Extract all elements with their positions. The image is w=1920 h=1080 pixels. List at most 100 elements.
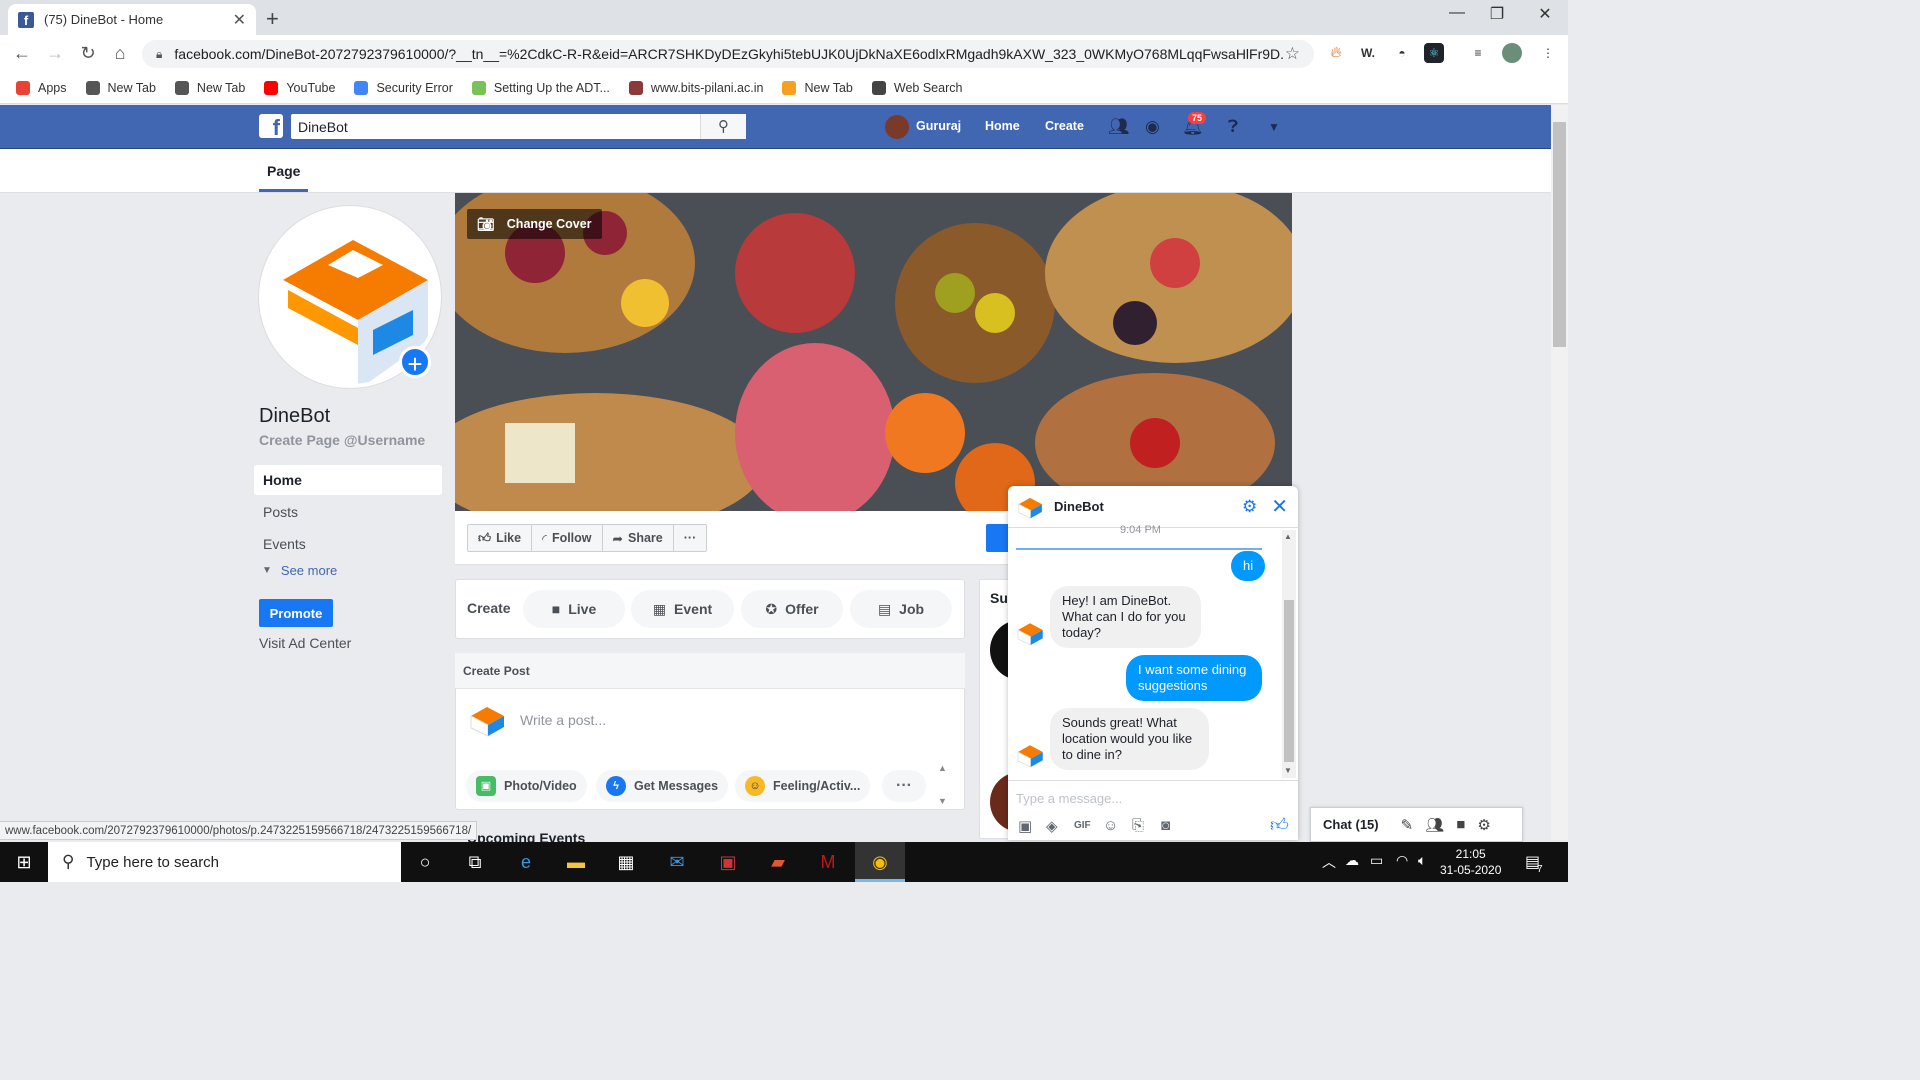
bookmark-item[interactable]: New Tab [174,80,245,95]
new-tab-icon[interactable]: + [266,6,279,32]
follow-button[interactable]: ◜ Follow [532,525,603,551]
feeling-activity-button[interactable]: ☺ Feeling/Activ... [735,770,871,802]
search-icon[interactable]: ⚲ [700,114,746,139]
chrome-taskbar-icon[interactable]: ◉ [855,842,905,882]
add-photo-icon[interactable]: + [399,346,431,379]
tray-chevron-icon[interactable]: ︿ [1322,852,1336,872]
chat-gif-icon[interactable]: GIF [1074,820,1091,831]
bookmark-item[interactable]: YouTube [264,80,335,95]
chat-options-gear-icon[interactable]: ⚙ [1477,816,1490,834]
react-extension-icon[interactable]: ⚛ [1424,43,1444,63]
browser-tab[interactable]: f (75) DineBot - Home ✕ [8,4,256,35]
chat-attach-icon[interactable]: ⎘ [1132,817,1144,834]
more-actions-button[interactable]: ··· [674,525,707,551]
address-bar[interactable]: 🔒︎ facebook.com/DineBot-2072792379610000… [142,40,1314,68]
chat-settings-icon[interactable]: ⚙ [1242,497,1257,517]
friend-requests-icon[interactable]: 👥︎ [1108,117,1130,137]
scroll-up-icon[interactable]: ▲ [938,763,947,773]
compose-icon[interactable]: ✎ [1401,816,1414,834]
chat-thumbs-up-icon[interactable]: 👍︎ [1270,814,1289,836]
tab-close-icon[interactable]: ✕ [233,10,246,30]
reload-icon[interactable]: ↻ [76,43,100,64]
bookmark-item[interactable]: Apps [16,80,67,95]
cover-photo[interactable] [455,193,1292,511]
chat-photo-icon[interactable]: ▣ [1018,817,1032,835]
chat-message-input[interactable]: Type a message... [1016,791,1122,806]
user-avatar[interactable] [885,115,909,139]
group-chat-icon[interactable]: 👥︎ [1425,816,1444,834]
like-button[interactable]: 👍︎ Like [468,525,533,551]
restore-icon[interactable]: ❐ [1474,4,1520,24]
mail-icon[interactable]: ✉ [652,842,702,882]
change-cover-button[interactable]: 📷︎ Change Cover [467,209,602,239]
battery-icon[interactable]: ▭ [1370,852,1383,869]
visit-ad-center-link[interactable]: Visit Ad Center [259,635,351,651]
chat-emoji-icon[interactable]: ☺ [1103,817,1118,834]
create-job-button[interactable]: ▤ Job [850,590,952,628]
video-call-icon[interactable]: ■ [1456,816,1465,833]
home-icon[interactable]: ⌂ [108,43,132,64]
primary-page-button[interactable] [986,524,1010,552]
create-live-button[interactable]: ■ Live [523,590,625,628]
chat-camera-icon[interactable]: ◙ [1161,817,1170,834]
tab-page[interactable]: Page [259,149,309,192]
bookmark-star-icon[interactable]: ☆ [1285,44,1300,64]
reader-icon[interactable]: ▣ [703,842,753,882]
see-more-link[interactable]: ▼ See more [262,563,337,578]
cortana-icon[interactable]: ○ [400,842,450,882]
windows-start-icon[interactable]: ⊞ [0,842,48,882]
chat-header[interactable]: DineBot ⚙ ✕ [1008,486,1298,528]
page-scrollbar-thumb[interactable] [1553,122,1566,347]
profile-avatar-icon[interactable] [1502,43,1522,63]
user-name-link[interactable]: Gururaj [916,119,961,133]
bookmark-item[interactable]: New Tab [85,80,156,95]
fire-extension-icon[interactable]: 🔥︎ [1326,43,1346,63]
bookmark-item[interactable]: Security Error [354,80,453,95]
chat-sticker-icon[interactable]: ◈ [1046,817,1058,835]
forward-icon[interactable]: → [43,43,67,64]
file-explorer-icon[interactable]: ▬ [551,842,601,882]
w-extension-icon[interactable]: W. [1358,43,1378,63]
left-nav-events[interactable]: Events [254,529,442,559]
url-text[interactable]: facebook.com/DineBot-2072792379610000/?_… [174,46,1284,62]
more-post-options-icon[interactable]: ··· [882,770,926,802]
help-icon[interactable]: ❓︎ [1228,117,1238,137]
chat-sidebar-bar[interactable]: Chat (15) ✎ 👥︎ ■ ⚙ [1310,807,1523,842]
create-offer-button[interactable]: ✪ Offer [741,590,843,628]
share-button[interactable]: ➦ Share [603,525,674,551]
nav-home-link[interactable]: Home [985,119,1020,133]
facebook-search-input[interactable]: DineBot [291,114,746,139]
mcafee-icon[interactable]: M [803,842,853,882]
chat-scrollbar-thumb[interactable] [1284,600,1294,762]
window-close-icon[interactable]: ✕ [1522,4,1568,24]
scroll-down-icon[interactable]: ▼ [938,796,947,806]
create-event-button[interactable]: ▦ Event [631,590,734,628]
taskbar-clock[interactable]: 21:05 31-05-2020 [1440,846,1501,878]
write-post-input[interactable]: Write a post... [520,712,606,728]
bookmark-item[interactable]: www.bits-pilani.ac.in [628,80,763,95]
chat-scroll-down-icon[interactable]: ▼ [1284,766,1292,775]
pdf-icon[interactable]: ▰ [753,842,803,882]
chat-close-icon[interactable]: ✕ [1271,494,1288,519]
onedrive-icon[interactable]: ☁ [1345,852,1359,869]
left-nav-home[interactable]: Home [254,465,442,495]
photo-video-button[interactable]: ▣ Photo/Video [466,770,587,802]
facebook-logo-icon[interactable]: f [259,114,283,140]
store-icon[interactable]: ▦ [601,842,651,882]
volume-icon[interactable]: 🔈︎ [1418,852,1426,869]
get-messages-button[interactable]: ϟ Get Messages [596,770,729,802]
edge-icon[interactable]: e [501,842,551,882]
spy-extension-icon[interactable]: ◓ [1392,43,1412,63]
chat-scroll-up-icon[interactable]: ▲ [1284,532,1292,541]
account-menu-chevron-icon[interactable]: ▼ [1268,120,1280,134]
messenger-icon[interactable]: ◉ [1145,117,1160,137]
left-nav-posts[interactable]: Posts [254,497,442,527]
bookmark-item[interactable]: Web Search [871,80,962,95]
promote-button[interactable]: Promote [259,599,333,627]
taskbar-search-box[interactable]: ⚲ Type here to search [48,842,401,882]
bookmark-item[interactable]: New Tab [782,80,853,95]
wifi-icon[interactable]: ◠ [1396,852,1408,869]
create-username-link[interactable]: Create Page @Username [259,432,425,448]
chrome-menu-icon[interactable]: ⋮ [1538,43,1558,63]
task-view-icon[interactable]: ⧉ [450,842,500,882]
